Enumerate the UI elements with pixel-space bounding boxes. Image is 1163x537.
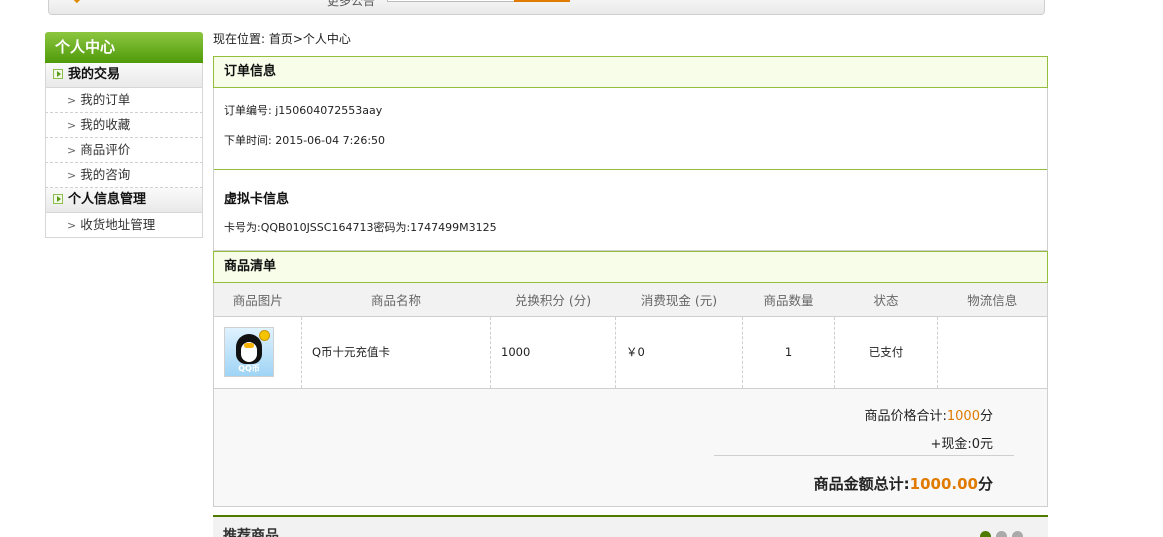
table-row: QQ币 Q币十元充值卡 1000 ￥0 1 已支付 <box>213 316 1048 389</box>
sidebar-item-label: 我的收藏 <box>80 117 131 132</box>
order-number: 订单编号: j150604072553aay <box>224 104 383 117</box>
virtual-card-info: 虚拟卡信息 卡号为:QQB010JSSC164713密码为:1747499M31… <box>214 169 1047 250</box>
cash-total-value: 0元 <box>971 436 993 452</box>
sidebar-item-label: 收货地址管理 <box>80 217 156 232</box>
order-detail-panel: 订单信息 订单编号: j150604072553aay 下单时间: 2015-0… <box>213 56 1048 507</box>
sidebar-group-trade[interactable]: 我的交易 <box>45 63 203 88</box>
penguin-beak <box>244 343 254 348</box>
sidebar-group-profile[interactable]: 个人信息管理 <box>45 188 203 213</box>
order-time: 下单时间: 2015-06-04 7:26:50 <box>224 134 386 147</box>
product-quantity: 1 <box>742 316 835 389</box>
order-info-header: 订单信息 <box>213 56 1048 88</box>
sidebar-item-label: 我的订单 <box>80 92 131 107</box>
more-announcements-label[interactable]: 更多公告 <box>327 0 375 9</box>
chevron-right-icon: > <box>67 144 77 157</box>
cart-icon: ◆ <box>73 0 83 5</box>
chevron-right-icon: > <box>67 94 77 107</box>
goods-list-header: 商品清单 <box>213 251 1048 283</box>
carousel-dot-active[interactable] <box>980 531 991 537</box>
recommended-title: 推荐商品 <box>223 528 279 537</box>
product-cash: ￥0 <box>615 316 743 389</box>
product-thumbnail[interactable]: QQ币 <box>224 327 274 377</box>
order-totals: 商品价格合计:1000分 +现金:0元 商品金额总计:1000.00分 <box>213 388 1048 507</box>
sidebar-item-label: 我的咨询 <box>80 167 131 182</box>
grand-total-value: 1000.00 <box>909 474 978 493</box>
search-input[interactable] <box>387 0 515 2</box>
grand-total-label: 商品金额总计: <box>813 474 910 493</box>
column-header: 消费现金 (元) <box>615 283 743 317</box>
carousel-dot[interactable] <box>996 531 1007 537</box>
grand-total: 商品金额总计:1000.00分 <box>814 473 993 494</box>
virtual-card-credentials: 卡号为:QQB010JSSC164713密码为:1747499M3125 <box>224 221 497 234</box>
product-name[interactable]: Q币十元充值卡 <box>301 316 491 389</box>
price-total-value: 1000 <box>946 408 980 424</box>
coin-icon <box>259 330 270 341</box>
divider <box>714 454 1014 456</box>
price-total-unit: 分 <box>979 408 993 424</box>
grand-total-unit: 分 <box>977 474 993 493</box>
sidebar-title: 个人中心 <box>45 32 203 63</box>
sidebar-group-label: 个人信息管理 <box>68 192 147 207</box>
column-header: 兑换积分 (分) <box>490 283 616 317</box>
thumbnail-label: QQ币 <box>238 364 260 373</box>
price-total: 商品价格合计:1000分 <box>865 405 994 424</box>
cash-total: +现金:0元 <box>930 433 993 452</box>
order-info-body: 订单编号: j150604072553aay 下单时间: 2015-06-04 … <box>213 88 1048 251</box>
chevron-right-icon: > <box>67 219 77 232</box>
column-header: 物流信息 <box>937 283 1048 317</box>
column-header: 状态 <box>834 283 938 317</box>
sidebar-item-reviews[interactable]: > 商品评价 <box>45 138 203 163</box>
recommended-products: 推荐商品 <box>213 515 1048 537</box>
carousel-dot[interactable] <box>1012 531 1023 537</box>
page: ◆ 更多公告 个人中心 我的交易 >我的订单 >我的收藏 >商品评价 >我的咨询… <box>0 0 1163 537</box>
top-bar: ◆ 更多公告 <box>48 0 1045 15</box>
search-button[interactable] <box>514 0 570 2</box>
sidebar-item-orders[interactable]: > 我的订单 <box>45 88 203 113</box>
status-badge: 已支付 <box>834 316 938 389</box>
arrow-bullet-icon <box>53 69 63 79</box>
column-header: 商品图片 <box>213 283 302 317</box>
sidebar-item-addresses[interactable]: > 收货地址管理 <box>45 213 203 238</box>
sidebar-item-label: 商品评价 <box>80 142 131 157</box>
goods-table: 商品图片 商品名称 兑换积分 (分) 消费现金 (元) 商品数量 状态 物流信息 <box>213 283 1048 389</box>
sidebar-item-favorites[interactable]: > 我的收藏 <box>45 113 203 138</box>
sidebar-item-inquiries[interactable]: > 我的咨询 <box>45 163 203 188</box>
chevron-right-icon: > <box>67 169 77 182</box>
price-total-label: 商品价格合计: <box>864 408 947 424</box>
chevron-right-icon: > <box>67 119 77 132</box>
product-points: 1000 <box>490 316 616 389</box>
arrow-bullet-icon <box>53 194 63 204</box>
cash-total-label: +现金: <box>930 436 972 452</box>
sidebar: 个人中心 我的交易 > 我的订单 > 我的收藏 > 商品评价 > 我的咨询 个人信息管理… <box>45 32 203 238</box>
virtual-card-title: 虚拟卡信息 <box>224 192 290 207</box>
logistics-info <box>937 316 1048 389</box>
column-header: 商品名称 <box>301 283 491 317</box>
column-header: 商品数量 <box>742 283 835 317</box>
breadcrumb: 现在位置: 首页>个人中心 <box>213 32 351 46</box>
sidebar-group-label: 我的交易 <box>68 67 121 82</box>
